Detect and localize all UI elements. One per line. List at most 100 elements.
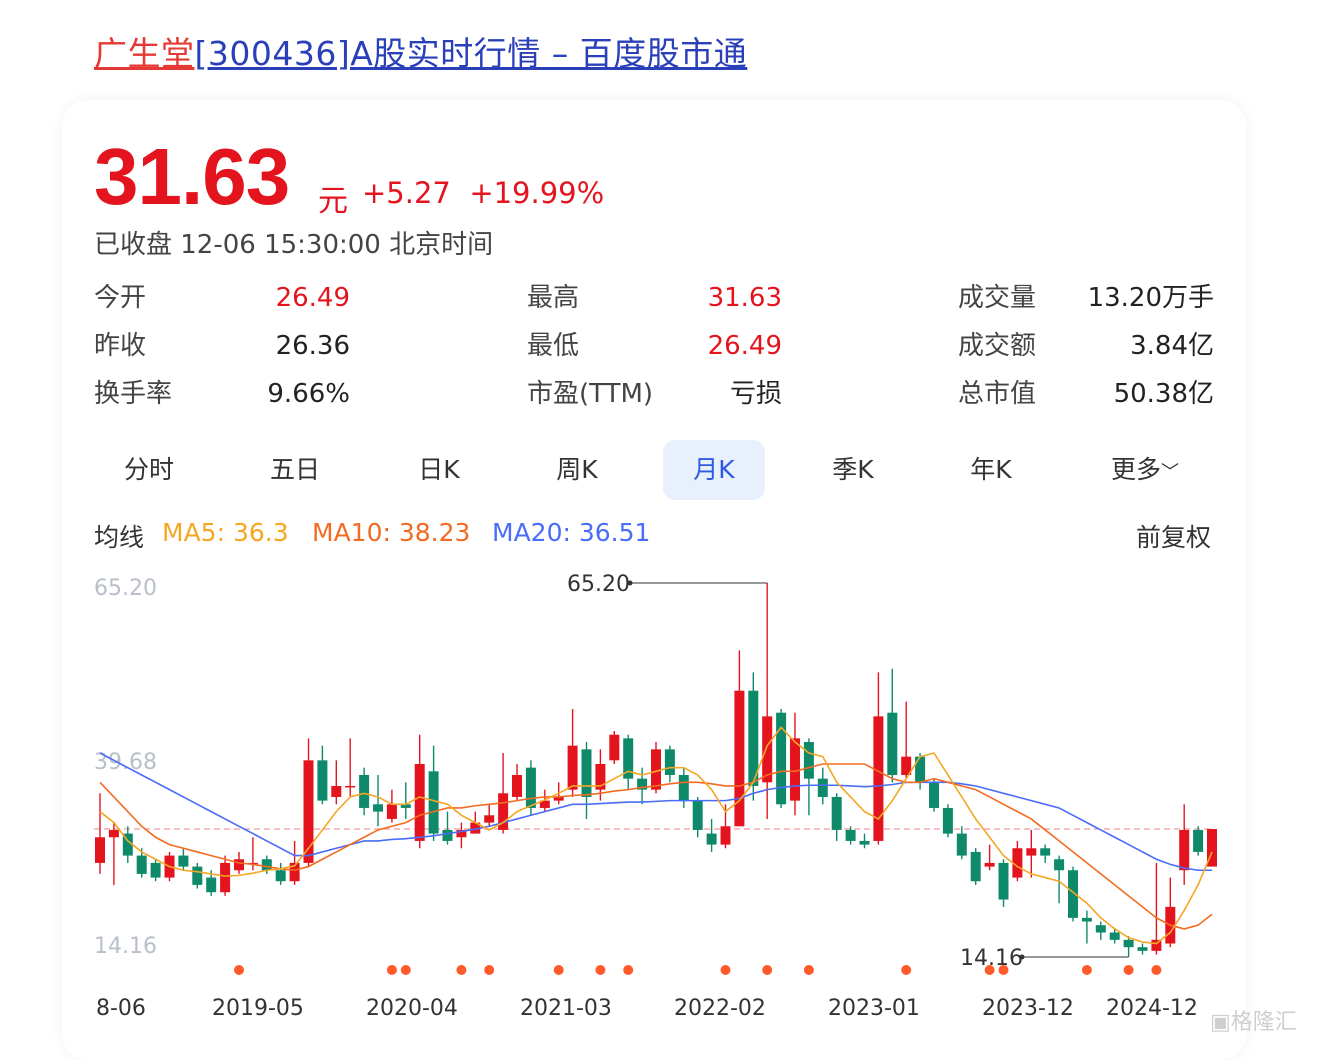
change-percent: +19.99% (469, 176, 605, 210)
adjust-mode-button[interactable]: 前复权 (1136, 518, 1211, 554)
event-marker-dot (984, 965, 995, 975)
watermark-text: 格隆汇 (1230, 1010, 1297, 1035)
candle-body (1026, 848, 1037, 856)
stat-value: 31.63 (707, 283, 782, 313)
page-title-link[interactable]: 广生堂[300436]A股实时行情 – 百度股市通 (94, 32, 747, 76)
candle-body (998, 862, 1009, 900)
candle-body (178, 855, 189, 867)
candle-body (790, 738, 800, 801)
candle-body (108, 829, 119, 838)
candle-body (386, 804, 397, 819)
candle-body (678, 774, 689, 801)
ma-label: 均线 (94, 523, 145, 552)
candle-body (942, 807, 953, 834)
candle-body (845, 829, 856, 841)
candle-body (428, 771, 439, 834)
candle-body (1095, 925, 1106, 933)
stat-value: 50.38亿 (1113, 379, 1214, 409)
event-marker-dot (234, 965, 244, 975)
candle-body (95, 837, 105, 863)
stat-value: 亏损 (729, 379, 782, 409)
current-price: 31.63 (94, 132, 290, 221)
event-marker-dot (1151, 965, 1162, 975)
candle-body (345, 785, 356, 788)
x-tick-label: 2019-05 (212, 996, 304, 1021)
candle-body (915, 756, 926, 783)
x-tick-label: 8-06 (96, 996, 146, 1021)
high-price-label: 65.20 (567, 572, 630, 597)
candle-body (567, 745, 578, 790)
y-tick-label: 65.20 (94, 576, 157, 601)
event-marker-dot (623, 965, 634, 975)
stat-label: 今开 (94, 283, 147, 313)
candle-body (136, 855, 147, 874)
candle-body (206, 877, 217, 893)
stat-value: 9.66% (267, 379, 350, 409)
tab-more-label: 更多 (1110, 455, 1161, 484)
change-amount: +5.27 (362, 176, 451, 210)
candle-body (1179, 829, 1190, 871)
event-marker-dot (595, 965, 606, 975)
candle-body (664, 749, 675, 775)
stock-name-link[interactable]: 广生堂 (94, 34, 195, 73)
candle-body (373, 804, 383, 812)
stat-label: 换手率 (94, 379, 173, 409)
period-tabs: 分时 五日 日K 周K 月K 季K 年K 更多﹀ (94, 440, 1214, 500)
stat-label: 成交量 (958, 283, 1037, 313)
watermark-logo: ▣格隆汇 (1210, 1004, 1297, 1036)
tab-more[interactable]: 更多﹀ (1090, 440, 1200, 500)
stat-value: 3.84亿 (1130, 331, 1214, 361)
candle-body (1081, 917, 1092, 922)
candle-body (859, 840, 870, 845)
event-marker-dot (1123, 965, 1134, 975)
watermark-icon: ▣ (1210, 1010, 1231, 1035)
candle-body (192, 866, 203, 885)
stat-value: 13.20万手 (1087, 283, 1214, 313)
candle-body (734, 690, 745, 827)
candle-body (873, 716, 884, 841)
stat-value: 26.36 (275, 331, 350, 361)
candle-body (414, 763, 425, 841)
candle-body (831, 796, 842, 830)
price-unit: 元 (318, 184, 348, 219)
candle-body (929, 782, 939, 808)
candle-body (512, 774, 522, 797)
tab-quarterly-k[interactable]: 季K (802, 440, 904, 500)
x-tick-label: 2023-01 (828, 996, 920, 1021)
x-tick-label: 2022-02 (674, 996, 766, 1021)
candlestick-chart[interactable]: 65.2039.6814.1665.2014.168-06 2019-05 2020… (0, 560, 1318, 1042)
x-tick-label: 2020-04 (366, 996, 458, 1021)
candle-body (275, 870, 286, 882)
candle-body (803, 742, 814, 779)
candle-body (484, 815, 495, 823)
candle-body (442, 829, 453, 841)
candle-body (706, 833, 717, 845)
x-tick-label: 2021-03 (520, 996, 612, 1021)
candle-body (956, 833, 967, 856)
candle-body (1123, 939, 1134, 948)
tab-yearly-k[interactable]: 年K (940, 440, 1042, 500)
tab-monthly-k[interactable]: 月K (663, 440, 765, 500)
candle-body (1109, 932, 1120, 940)
event-marker-dot (720, 965, 731, 975)
ma10-value: MA10: 38.23 (312, 518, 471, 547)
candle-body (1137, 947, 1148, 951)
candle-body (1040, 848, 1051, 856)
tab-daily-k[interactable]: 日K (388, 440, 490, 500)
tab-intraday[interactable]: 分时 (98, 440, 200, 500)
tab-five-day[interactable]: 五日 (244, 440, 346, 500)
tab-weekly-k[interactable]: 周K (526, 440, 628, 500)
market-status: 已收盘 12-06 15:30:00 北京时间 (94, 230, 494, 260)
candle-body (1193, 829, 1204, 852)
event-marker-dot (553, 965, 564, 975)
event-marker-dot (400, 965, 411, 975)
candle-body (887, 712, 898, 775)
candle-body (261, 859, 272, 871)
event-marker-dot (484, 965, 495, 975)
page-title-rest[interactable]: [300436]A股实时行情 – 百度股市通 (195, 34, 748, 73)
candle-body (817, 778, 828, 797)
chevron-down-icon: ﹀ (1161, 462, 1179, 483)
x-tick-label: 2023-12 (982, 996, 1074, 1021)
candle-body (331, 785, 342, 797)
stat-value: 26.49 (275, 283, 350, 313)
